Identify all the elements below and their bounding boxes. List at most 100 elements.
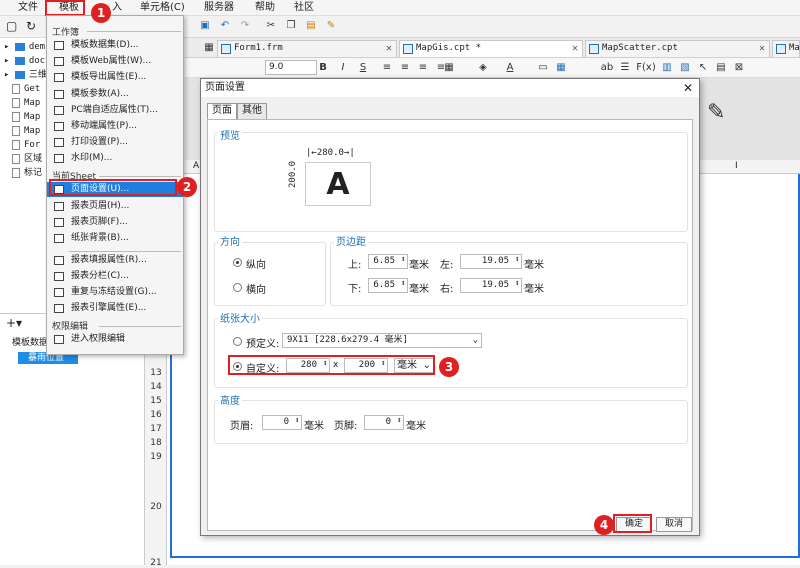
footer-height-field[interactable]: 0 — [364, 415, 404, 430]
menu-pc-adaptive[interactable]: PC端自适应属性(T)... — [47, 103, 183, 118]
monitor-icon — [54, 106, 64, 115]
image-icon[interactable]: ▧ — [677, 60, 693, 75]
menu-engine[interactable]: 报表引擎属性(E)... — [47, 301, 183, 316]
menu-freeze[interactable]: 重复与冻结设置(G)... — [47, 285, 183, 300]
row-label[interactable]: 13 — [145, 368, 167, 378]
text-abc-button[interactable]: ab — [597, 60, 617, 75]
bold-button[interactable]: B — [315, 60, 331, 75]
table-icon[interactable]: ▦ — [553, 60, 569, 75]
preset-select[interactable]: 9X11 [228.6x279.4 毫米] ⌄ — [282, 333, 482, 348]
row-label[interactable]: 21 — [145, 558, 167, 568]
menu-export-attr[interactable]: 模板导出属性(E)... — [47, 70, 183, 85]
tree-item[interactable]: 区域 — [12, 153, 42, 166]
margin-bottom-field[interactable]: 6.85 — [368, 278, 408, 293]
menu-params[interactable]: 模板参数(A)... — [47, 87, 183, 102]
tab-map[interactable]: Map — [772, 40, 800, 57]
menu-community[interactable]: 社区 — [294, 1, 314, 15]
landscape-radio[interactable] — [233, 283, 242, 292]
row-label[interactable]: 19 — [145, 452, 167, 462]
new-icon[interactable]: ▢ — [6, 19, 17, 33]
margin-top-field[interactable]: 6.85 — [368, 254, 408, 269]
row-label[interactable]: 16 — [145, 410, 167, 420]
copy-icon[interactable]: ❐ — [283, 18, 299, 33]
freeze-icon — [54, 288, 64, 297]
chart-icon[interactable]: ▥ — [659, 60, 675, 75]
menu-cell[interactable]: 单元格(C) — [140, 1, 185, 15]
tab-form1[interactable]: Form1.frm ✕ — [217, 40, 397, 57]
border-icon[interactable]: ▦ — [439, 60, 459, 75]
tab-other[interactable]: 其他 — [237, 103, 267, 119]
sub-report-icon[interactable]: ▤ — [713, 60, 729, 75]
tab-page[interactable]: 页面 — [207, 103, 237, 119]
header-height-field[interactable]: 0 — [262, 415, 302, 430]
tree-item[interactable]: Map — [12, 125, 40, 138]
cut-icon[interactable]: ✂ — [263, 18, 279, 33]
margin-right-field[interactable]: 19.05 — [460, 278, 522, 293]
row-label[interactable]: 17 — [145, 424, 167, 434]
menu-file[interactable]: 文件 — [18, 1, 38, 15]
menu-help[interactable]: 帮助 — [255, 1, 275, 15]
row-label[interactable]: 20 — [145, 502, 167, 512]
menu-permission-edit[interactable]: 进入权限编辑 — [47, 332, 183, 347]
callout-4: 4 — [594, 515, 614, 535]
tree-item[interactable]: For — [12, 139, 40, 152]
tree-item[interactable]: ▸ dem — [4, 41, 45, 54]
underline-button[interactable]: S — [355, 60, 371, 75]
undo-icon[interactable]: ↶ — [217, 18, 233, 33]
column-a[interactable]: A — [193, 161, 199, 171]
tree-item[interactable]: Get — [12, 83, 40, 96]
menu-web-attr[interactable]: 模板Web属性(W)... — [47, 54, 183, 69]
tab-label: MapScatter.cpt — [602, 43, 678, 53]
tree-item[interactable]: 标记 — [12, 167, 42, 180]
format-brush-icon[interactable]: ✎ — [323, 18, 339, 33]
menu-footer[interactable]: 报表页脚(F)... — [47, 215, 183, 230]
arrow-icon[interactable]: ↖ — [695, 60, 711, 75]
menu-mobile[interactable]: 移动端属性(P)... — [47, 119, 183, 134]
column-i[interactable]: I — [735, 161, 738, 171]
font-size-select[interactable]: 9.0 — [265, 60, 317, 75]
cancel-button[interactable]: 取消 — [656, 517, 692, 532]
paste-icon[interactable]: ▤ — [303, 18, 319, 33]
row-label[interactable]: 14 — [145, 382, 167, 392]
formula-button[interactable]: F(x) — [635, 60, 657, 75]
menu-dataset[interactable]: 模板数据集(D)... — [47, 38, 183, 53]
close-icon[interactable]: ✕ — [572, 41, 578, 56]
refresh-icon[interactable]: ↻ — [26, 19, 36, 33]
align-center-icon[interactable]: ≡ — [397, 60, 413, 75]
menu-fill-attr[interactable]: 报表填报属性(R)... — [47, 253, 183, 268]
row-label[interactable]: 18 — [145, 438, 167, 448]
menu-server[interactable]: 服务器 — [204, 1, 234, 15]
italic-button[interactable]: I — [335, 60, 351, 75]
preset-radio[interactable] — [233, 337, 242, 346]
redo-icon[interactable]: ↷ — [237, 18, 253, 33]
save-icon[interactable]: ▣ — [197, 18, 213, 33]
tree-item[interactable]: Map — [12, 97, 40, 110]
tree-item[interactable]: ▸ 三维 — [4, 69, 47, 82]
align-left-icon[interactable]: ≡ — [379, 60, 395, 75]
tab-mapscatter[interactable]: MapScatter.cpt ✕ — [585, 40, 770, 57]
align-right-icon[interactable]: ≡ — [415, 60, 431, 75]
close-icon[interactable]: ✕ — [683, 79, 693, 97]
margin-left-label: 左: — [440, 260, 454, 271]
row-label[interactable]: 15 — [145, 396, 167, 406]
pencil-icon[interactable]: ✎ — [707, 100, 725, 125]
fill-color-icon[interactable]: ◈ — [473, 60, 493, 75]
menu-header[interactable]: 报表页眉(H)... — [47, 199, 183, 214]
close-icon[interactable]: ✕ — [759, 41, 765, 56]
margin-left-field[interactable]: 19.05 — [460, 254, 522, 269]
tree-item[interactable]: Map — [12, 111, 40, 124]
tree-item[interactable]: ▸ doc — [4, 55, 45, 68]
font-color-icon[interactable]: A — [500, 60, 520, 75]
portrait-radio[interactable] — [233, 258, 242, 267]
menu-print[interactable]: 打印设置(P)... — [47, 135, 183, 150]
cross-icon[interactable]: ⊠ — [731, 60, 747, 75]
close-icon[interactable]: ✕ — [386, 41, 392, 56]
cell-icon[interactable]: ▭ — [535, 60, 551, 75]
add-icon[interactable]: +▾ — [6, 316, 22, 330]
tab-mapgis[interactable]: MapGis.cpt * ✕ — [399, 40, 583, 57]
menu-insert[interactable]: 入 — [112, 1, 122, 15]
paragraph-icon[interactable]: ☰ — [617, 60, 633, 75]
menu-watermark[interactable]: 水印(M)... — [47, 151, 183, 166]
menu-background[interactable]: 纸张背景(B)... — [47, 231, 183, 246]
menu-columns[interactable]: 报表分栏(C)... — [47, 269, 183, 284]
